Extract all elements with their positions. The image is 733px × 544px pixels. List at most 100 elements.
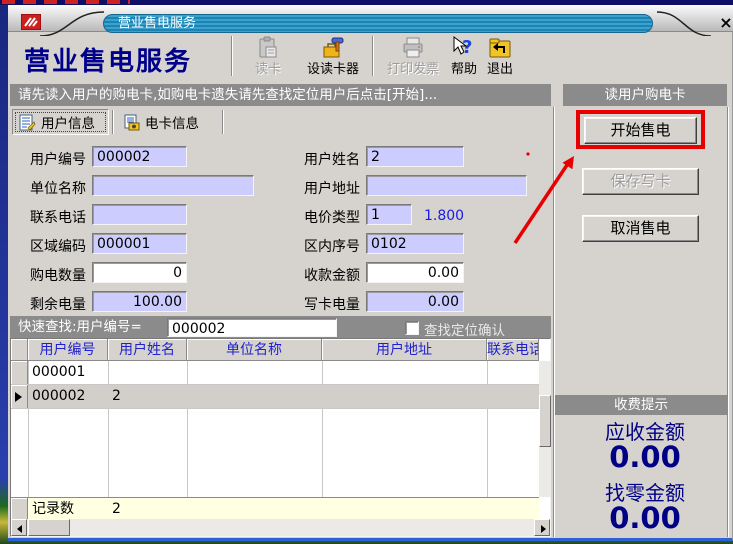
card-info-icon (123, 114, 140, 131)
svg-text:?: ? (462, 37, 472, 58)
table-header-stub (11, 339, 28, 361)
cell-company[interactable] (187, 361, 322, 384)
toolbar-separator (372, 36, 374, 76)
print-invoice-label: 打印发票 (387, 62, 439, 77)
cell-address[interactable] (322, 385, 487, 408)
confirm-locate-checkbox[interactable] (405, 321, 419, 335)
cell-address[interactable] (322, 361, 487, 384)
remaining-energy-field[interactable]: 100.00 (92, 291, 187, 312)
titlebar-curve-right (653, 10, 713, 36)
cell-phone[interactable] (487, 385, 539, 408)
panel-divider (553, 107, 555, 537)
print-invoice-icon (400, 35, 426, 61)
annotation-highlight-box (576, 110, 705, 149)
toolbar-separator (231, 36, 233, 76)
company-field[interactable] (92, 175, 254, 196)
price-type-field[interactable]: 1 (366, 204, 412, 225)
purchase-qty-field[interactable]: 0 (92, 262, 187, 283)
search-input[interactable]: 000002 (167, 318, 337, 337)
close-button[interactable]: × (716, 14, 733, 32)
titlebar-pill: 营业售电服务 (103, 14, 653, 33)
user-id-field[interactable]: 000002 (92, 146, 187, 167)
card-write-energy-field[interactable]: 0.00 (366, 291, 464, 312)
read-card-label: 读卡 (255, 62, 281, 77)
area-serial-label: 区内序号 (304, 236, 360, 256)
cell-user-name[interactable]: 2 (108, 385, 187, 408)
table-row[interactable]: 000001 (11, 361, 539, 385)
table-footer: 记录数 2 (11, 497, 539, 520)
tab-card-info[interactable]: 电卡信息 (117, 109, 212, 135)
scroll-left-arrow[interactable] (11, 519, 27, 536)
left-arrow-icon (17, 525, 22, 533)
address-field[interactable] (366, 175, 527, 196)
help-label: 帮助 (451, 62, 477, 77)
tab-separator (112, 110, 114, 134)
row-selector-stub[interactable] (11, 361, 28, 384)
address-label: 用户地址 (304, 178, 360, 198)
card-write-energy-label: 写卡电量 (304, 294, 360, 314)
area-code-field[interactable]: 000001 (92, 233, 187, 254)
cell-user-id[interactable]: 000001 (28, 361, 108, 384)
screen: 营业售电服务 × 营业售电服务 读卡 设读卡器 (0, 0, 733, 544)
user-table: 用户编号 用户姓名 单位名称 用户地址 联系电话 000001 000002 2 (10, 338, 551, 537)
exit-button[interactable]: 退出 (482, 35, 518, 79)
cell-user-id[interactable]: 000002 (28, 385, 108, 408)
right-panel-title: 读用户购电卡 (605, 87, 686, 103)
table-header-user-name[interactable]: 用户姓名 (108, 339, 187, 361)
tab-user-info[interactable]: 用户信息 (12, 109, 109, 135)
vertical-scrollbar[interactable] (539, 361, 551, 497)
phone-field[interactable] (92, 204, 187, 225)
fee-panel-title-bar: 收费提示 (555, 395, 727, 415)
tab-separator (222, 110, 224, 134)
company-label: 单位名称 (30, 178, 86, 198)
print-invoice-button: 打印发票 (376, 35, 450, 79)
read-card-icon (255, 35, 281, 61)
titlebar-curve-left (36, 10, 106, 36)
titlebar[interactable]: 营业售电服务 × (8, 5, 733, 32)
area-serial-field[interactable]: 0102 (366, 233, 464, 254)
help-icon: ? (451, 35, 477, 61)
exit-label: 退出 (487, 62, 513, 77)
set-reader-label: 设读卡器 (307, 62, 359, 77)
status-message-bar: 请先读入用户的购电卡,如购电卡遗失请先查找定位用户后点击[开始]... (10, 84, 551, 106)
user-info-icon (19, 114, 36, 131)
change-amount-value: 0.00 (563, 501, 727, 535)
current-row-marker-icon (15, 392, 22, 402)
set-reader-button[interactable]: 设读卡器 (298, 35, 368, 79)
horizontal-scrollbar[interactable] (11, 519, 550, 536)
amount-received-label: 收款金额 (304, 265, 360, 285)
status-message: 请先读入用户的购电卡,如购电卡遗失请先查找定位用户后点击[开始]... (18, 87, 437, 103)
price-type-label: 电价类型 (304, 207, 360, 227)
horizontal-scrollbar-thumb[interactable] (28, 519, 70, 536)
phone-label: 联系电话 (30, 207, 86, 227)
purchase-qty-label: 购电数量 (30, 265, 86, 285)
tab-card-info-label: 电卡信息 (145, 112, 199, 132)
amount-received-field[interactable]: 0.00 (366, 262, 464, 283)
table-row-selected[interactable]: 000002 2 (11, 385, 539, 409)
cell-phone[interactable] (487, 361, 539, 384)
quick-search-label: 快速查找:用户编号= (18, 319, 142, 335)
window-title: 营业售电服务 (118, 16, 196, 31)
exit-icon (487, 35, 513, 61)
vertical-scrollbar-thumb[interactable] (539, 395, 551, 447)
background-red-text-fragment (2, 0, 130, 4)
table-header-address[interactable]: 用户地址 (322, 339, 487, 361)
cancel-sale-button[interactable]: 取消售电 (582, 215, 699, 242)
user-name-field[interactable]: 2 (366, 146, 464, 167)
footer-stub (11, 498, 28, 520)
cell-company[interactable] (187, 385, 322, 408)
table-header-user-id[interactable]: 用户编号 (28, 339, 108, 361)
table-header-company[interactable]: 单位名称 (187, 339, 322, 361)
help-button[interactable]: ? 帮助 (446, 35, 482, 79)
cell-user-name[interactable] (108, 361, 187, 384)
record-count-value: 2 (108, 498, 187, 520)
right-arrow-icon (541, 525, 546, 533)
table-header-phone[interactable]: 联系电话 (487, 339, 539, 361)
row-selector-stub[interactable] (11, 385, 28, 408)
read-card-button: 读卡 (238, 35, 298, 79)
record-count-label: 记录数 (28, 498, 108, 520)
save-write-card-button: 保存写卡 (582, 168, 699, 195)
price-rate-text: 1.800 (424, 208, 464, 224)
panel-divider (727, 107, 729, 537)
scroll-right-arrow[interactable] (534, 519, 550, 536)
